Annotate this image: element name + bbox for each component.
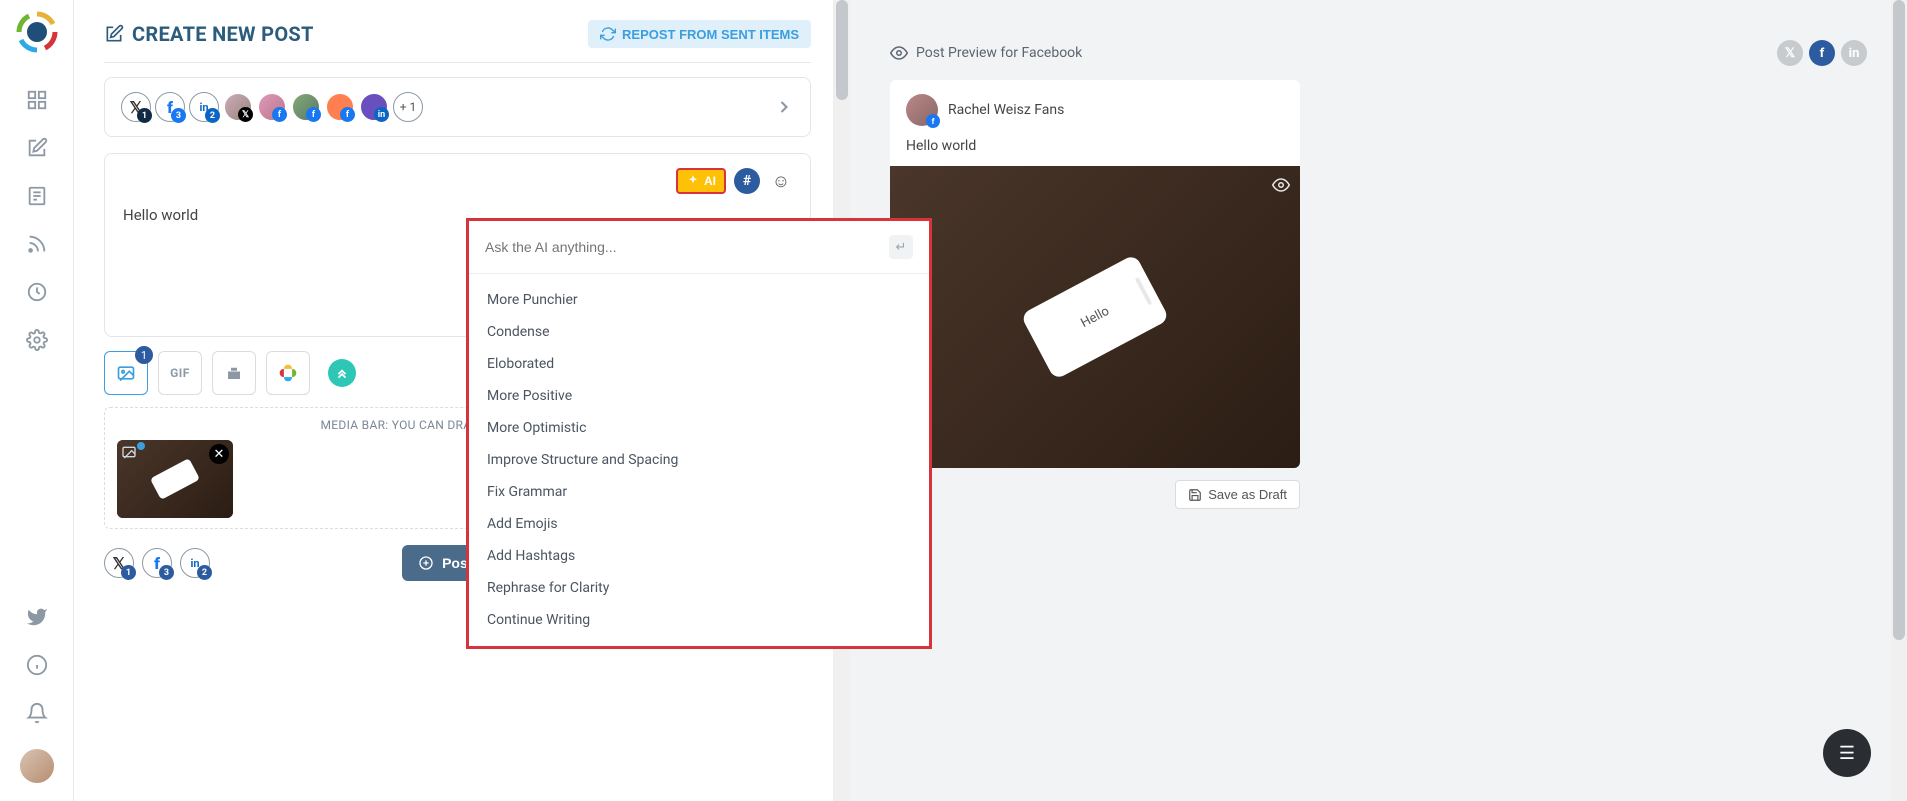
preview-tab-fb[interactable]: f xyxy=(1809,40,1835,66)
ai-item[interactable]: More Positive xyxy=(469,380,929,412)
footer-account-li[interactable]: in2 xyxy=(180,548,210,578)
preview-tab-x[interactable]: 𝕏 xyxy=(1777,40,1803,66)
rss-icon[interactable] xyxy=(25,232,49,256)
account-x[interactable]: 𝕏1 xyxy=(121,92,151,122)
account-avatar-3[interactable]: f xyxy=(291,92,321,122)
save-draft-button[interactable]: Save as Draft xyxy=(1175,480,1300,509)
account-avatar-1[interactable]: 𝕏 xyxy=(223,92,253,122)
preview-image: Hello xyxy=(890,166,1300,468)
account-avatar-4[interactable]: f xyxy=(325,92,355,122)
ai-submit-button[interactable]: ↵ xyxy=(889,235,913,259)
scrollbar-right[interactable] xyxy=(1891,0,1907,801)
account-more[interactable]: + 1 xyxy=(393,92,423,122)
footer-account-x[interactable]: 𝕏1 xyxy=(104,548,134,578)
ai-item[interactable]: Fix Grammar xyxy=(469,476,929,508)
account-avatar-2[interactable]: f xyxy=(257,92,287,122)
hashtag-button[interactable]: # xyxy=(734,168,760,194)
sidebar xyxy=(0,0,74,801)
ai-item[interactable]: Rephrase for Clarity xyxy=(469,572,929,604)
ai-item[interactable]: More Punchier xyxy=(469,284,929,316)
recycle-icon[interactable] xyxy=(25,280,49,304)
accounts-selector[interactable]: 𝕏1 f3 in2 𝕏 f f f in + 1 xyxy=(104,77,811,137)
document-icon[interactable] xyxy=(25,184,49,208)
ai-suggestions-list: More Punchier Condense Eloborated More P… xyxy=(469,274,929,646)
twitter-icon[interactable] xyxy=(25,605,49,629)
ai-input[interactable] xyxy=(485,239,889,255)
remove-media-button[interactable]: ✕ xyxy=(209,444,229,464)
account-fb[interactable]: f3 xyxy=(155,92,185,122)
repost-button[interactable]: REPOST FROM SENT ITEMS xyxy=(588,20,811,48)
account-avatar-5[interactable]: in xyxy=(359,92,389,122)
ai-panel: ↵ More Punchier Condense Eloborated More… xyxy=(466,218,932,649)
ai-item[interactable]: Eloborated xyxy=(469,348,929,380)
media-thumbnail[interactable]: ✕ xyxy=(117,440,233,518)
bell-icon[interactable] xyxy=(25,701,49,725)
page-title: CREATE NEW POST xyxy=(104,22,314,46)
compose-icon[interactable] xyxy=(25,136,49,160)
preview-avatar: f xyxy=(906,94,938,126)
google-photos-button[interactable] xyxy=(266,351,310,395)
dashboard-icon[interactable] xyxy=(25,88,49,112)
ai-item[interactable]: Improve Structure and Spacing xyxy=(469,444,929,476)
gif-button[interactable]: GIF xyxy=(158,351,202,395)
preview-tab-li[interactable]: in xyxy=(1841,40,1867,66)
preview-title: Post Preview for Facebook xyxy=(890,44,1082,62)
emoji-button[interactable]: ☺ xyxy=(768,168,794,194)
ai-item[interactable]: Continue Writing xyxy=(469,604,929,636)
preview-column: Post Preview for Facebook 𝕏 f in f Rache… xyxy=(850,0,1907,801)
ai-item[interactable]: Condense xyxy=(469,316,929,348)
preview-text: Hello world xyxy=(890,134,1300,166)
fab-menu-button[interactable]: ☰ xyxy=(1823,729,1871,777)
preview-user-name: Rachel Weisz Fans xyxy=(948,102,1064,118)
upgrade-button[interactable] xyxy=(320,351,364,395)
image-button[interactable]: 1 xyxy=(104,351,148,395)
library-button[interactable] xyxy=(212,351,256,395)
ai-item[interactable]: More Optimistic xyxy=(469,412,929,444)
account-li[interactable]: in2 xyxy=(189,92,219,122)
settings-icon[interactable] xyxy=(25,328,49,352)
logo[interactable] xyxy=(15,10,59,54)
preview-card: f Rachel Weisz Fans Hello world Hello xyxy=(890,80,1300,468)
footer-account-fb[interactable]: f3 xyxy=(142,548,172,578)
info-icon[interactable] xyxy=(25,653,49,677)
ai-button[interactable]: AI xyxy=(676,168,726,194)
image-count-badge: 1 xyxy=(135,346,153,364)
ai-item[interactable]: Add Emojis xyxy=(469,508,929,540)
ai-item[interactable]: Add Hashtags xyxy=(469,540,929,572)
chevron-right-icon xyxy=(774,97,794,117)
user-avatar[interactable] xyxy=(20,749,54,783)
eye-icon[interactable] xyxy=(1272,176,1290,194)
